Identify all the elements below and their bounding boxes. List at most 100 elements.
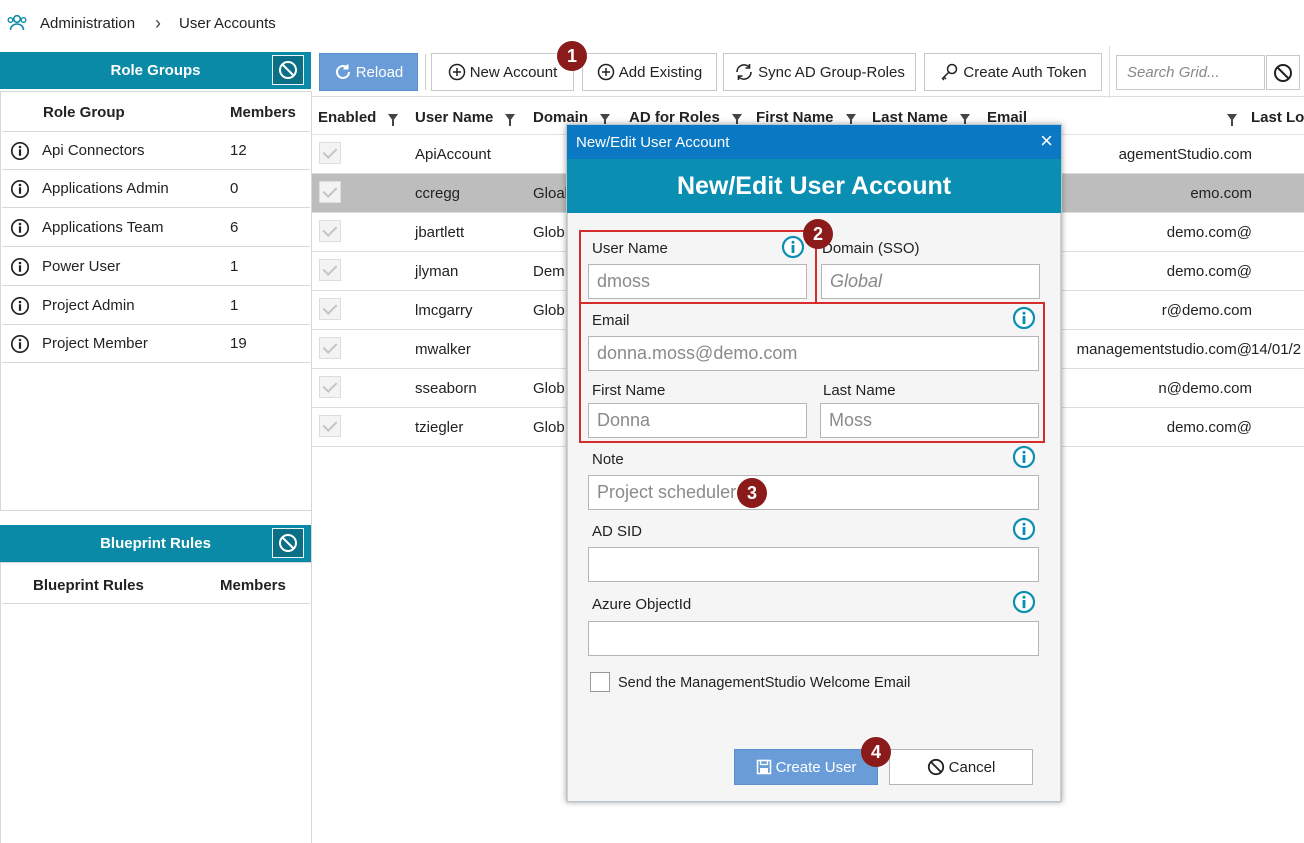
new-account-button[interactable]: New Account — [431, 53, 574, 91]
col-last-login[interactable]: Last Log — [1251, 100, 1304, 134]
info-icon[interactable] — [10, 296, 30, 316]
filter-icon[interactable] — [845, 113, 856, 126]
sync-ad-button[interactable]: Sync AD Group-Roles — [723, 53, 916, 91]
enabled-checkbox[interactable] — [319, 376, 341, 398]
enabled-checkbox[interactable] — [319, 415, 341, 437]
block-icon — [927, 758, 944, 776]
azure-objectid-field[interactable] — [588, 621, 1039, 656]
col-user-name[interactable]: User Name — [415, 100, 516, 134]
info-icon[interactable] — [10, 141, 30, 161]
users-icon — [7, 14, 27, 31]
role-groups-title: Role Groups — [110, 62, 201, 79]
role-group-members: 1 — [230, 258, 239, 275]
user-name-cell: ApiAccount — [415, 146, 491, 163]
reload-button[interactable]: Reload — [319, 53, 418, 91]
domain-cell: Dem — [533, 263, 565, 280]
user-name-cell: jbartlett — [415, 224, 465, 241]
welcome-email-label[interactable]: Send the ManagementStudio Welcome Email — [618, 675, 910, 691]
role-group-name: Power User — [42, 258, 121, 275]
email-filter[interactable] — [1215, 100, 1237, 134]
azure-objectid-label: Azure ObjectId — [592, 596, 692, 613]
email-cell: agementStudio.com — [1118, 146, 1252, 163]
step-badge-4: 4 — [861, 737, 891, 767]
info-icon[interactable] — [10, 334, 30, 354]
filter-icon[interactable] — [388, 113, 399, 126]
col-blueprint-rules[interactable]: Blueprint Rules — [33, 577, 144, 594]
info-icon[interactable] — [10, 257, 30, 277]
info-icon[interactable] — [10, 218, 30, 238]
clear-blueprint-filter-button[interactable] — [272, 528, 304, 558]
col-role-group[interactable]: Role Group — [43, 104, 125, 121]
block-icon — [279, 534, 297, 552]
filter-icon[interactable] — [959, 113, 970, 126]
step-badge-1: 1 — [557, 41, 587, 71]
enabled-checkbox[interactable] — [319, 181, 341, 203]
role-group-name: Api Connectors — [42, 142, 145, 159]
highlight-details — [579, 302, 1045, 443]
domain-cell: Glob — [533, 302, 565, 319]
step-badge-3: 3 — [737, 478, 767, 508]
filter-icon[interactable] — [505, 113, 516, 126]
role-group-row[interactable]: Project Admin 1 — [2, 287, 310, 325]
filter-icon[interactable] — [1227, 113, 1237, 126]
filter-icon[interactable] — [731, 113, 742, 126]
search-grid-input[interactable]: Search Grid... — [1116, 55, 1265, 90]
user-name-cell: tziegler — [415, 419, 464, 436]
chevron-right-icon: › — [155, 12, 162, 33]
create-user-button[interactable]: Create User — [734, 749, 878, 785]
enabled-checkbox[interactable] — [319, 220, 341, 242]
col-blueprint-members[interactable]: Members — [220, 577, 286, 594]
email-cell: @managementstudio.com — [1076, 341, 1252, 358]
user-name-cell: lmcgarry — [415, 302, 473, 319]
dialog-banner: New/Edit User Account — [567, 159, 1061, 213]
role-group-name: Project Member — [42, 335, 148, 352]
ad-sid-field[interactable] — [588, 547, 1039, 582]
breadcrumb-root[interactable]: Administration — [40, 15, 135, 32]
role-group-row[interactable]: Api Connectors 12 — [2, 132, 310, 170]
enabled-checkbox[interactable] — [319, 337, 341, 359]
enabled-checkbox[interactable] — [319, 259, 341, 281]
refresh-icon — [335, 64, 350, 79]
email-cell: n@demo.com — [1158, 380, 1252, 397]
role-group-members: 0 — [230, 180, 239, 197]
role-group-members: 6 — [230, 219, 239, 236]
email-cell: @demo.com — [1166, 263, 1252, 280]
role-group-row[interactable]: Applications Team 6 — [2, 209, 310, 247]
email-cell: r@demo.com — [1161, 302, 1252, 319]
info-icon[interactable] — [10, 179, 30, 199]
role-group-row[interactable]: Project Member 19 — [2, 325, 310, 363]
clear-role-filter-button[interactable] — [272, 55, 304, 85]
domain-cell: Gloal — [533, 185, 569, 202]
user-name-cell: jlyman — [415, 263, 459, 280]
clear-search-button[interactable] — [1266, 55, 1300, 90]
role-group-row[interactable]: Applications Admin 0 — [2, 170, 310, 208]
enabled-checkbox[interactable] — [319, 142, 341, 164]
role-group-members: 12 — [230, 142, 247, 159]
dialog-title-bar[interactable]: New/Edit User Account — [567, 125, 1061, 159]
note-field[interactable]: Project scheduler — [588, 475, 1039, 510]
domain-cell: Glob — [533, 224, 565, 241]
info-icon[interactable] — [1012, 517, 1036, 541]
role-group-row[interactable]: Power User 1 — [2, 248, 310, 286]
cancel-button[interactable]: Cancel — [889, 749, 1033, 785]
add-circle-icon — [448, 63, 465, 81]
role-groups-header: Role Groups — [0, 52, 311, 89]
close-icon[interactable]: × — [1040, 129, 1053, 153]
info-icon[interactable] — [1012, 590, 1036, 614]
blueprint-rules-title: Blueprint Rules — [100, 535, 211, 552]
email-cell: emo.com — [1190, 185, 1252, 202]
filter-icon[interactable] — [600, 113, 611, 126]
welcome-email-checkbox[interactable] — [590, 672, 610, 692]
domain-field[interactable]: Global — [821, 264, 1040, 299]
info-icon[interactable] — [1012, 445, 1036, 469]
blueprint-rules-list — [0, 562, 312, 843]
email-cell: @demo.com — [1166, 419, 1252, 436]
block-icon — [1274, 63, 1292, 82]
domain-cell: Glob — [533, 380, 565, 397]
add-existing-button[interactable]: Add Existing — [582, 53, 717, 91]
col-enabled[interactable]: Enabled — [318, 100, 399, 134]
col-members[interactable]: Members — [230, 104, 296, 121]
role-group-name: Project Admin — [42, 297, 135, 314]
create-auth-token-button[interactable]: Create Auth Token — [924, 53, 1102, 91]
enabled-checkbox[interactable] — [319, 298, 341, 320]
